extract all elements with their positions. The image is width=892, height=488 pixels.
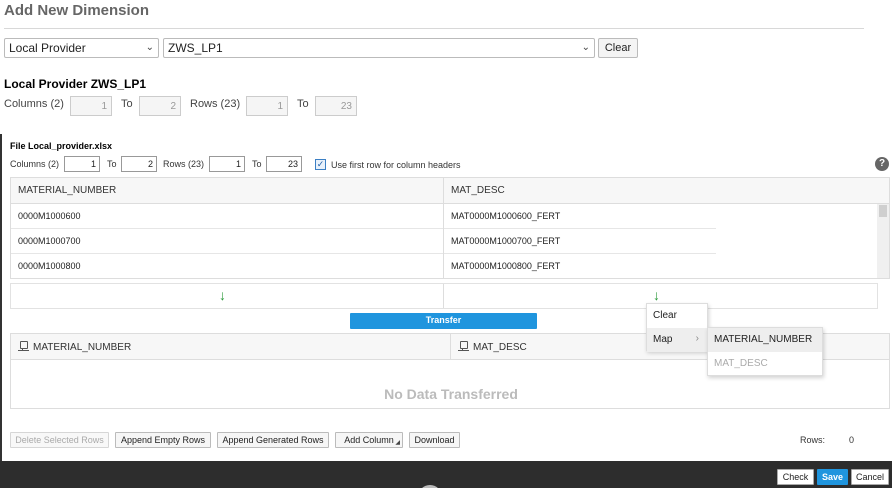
append-generated-rows-button[interactable]: Append Generated Rows xyxy=(217,432,329,448)
file-columns-label: Columns (2) xyxy=(10,159,60,169)
map-submenu: MATERIAL_NUMBER MAT_DESC xyxy=(707,327,823,376)
mapping-row: ↓ ↓ xyxy=(10,283,878,309)
source-header-material-number[interactable]: MATERIAL_NUMBER xyxy=(18,185,116,196)
table-cell[interactable]: MAT0000M1000700_FERT xyxy=(451,236,560,246)
transfer-button[interactable]: Transfer xyxy=(350,313,537,329)
title-divider xyxy=(4,28,864,29)
use-first-row-label: Use first row for column headers xyxy=(331,160,461,170)
columns-to-input[interactable]: 2 xyxy=(139,96,181,116)
source-header-mat-desc[interactable]: MAT_DESC xyxy=(451,185,505,196)
table-cell[interactable]: MAT0000M1000600_FERT xyxy=(451,211,560,221)
source-grid-header: MATERIAL_NUMBER MAT_DESC xyxy=(11,178,889,204)
source-grid: MATERIAL_NUMBER MAT_DESC 0000M1000600 MA… xyxy=(10,177,890,279)
column-divider xyxy=(450,334,451,360)
provider-name-select[interactable]: ZWS_LP1 ⌄ xyxy=(163,38,595,58)
help-icon[interactable]: ? xyxy=(875,157,889,171)
file-columns-to-input[interactable]: 2 xyxy=(121,156,157,172)
clear-button[interactable]: Clear xyxy=(598,38,638,58)
section-title: Local Provider ZWS_LP1 xyxy=(4,77,147,91)
rows-count-value: 0 xyxy=(849,435,855,445)
download-button[interactable]: Download xyxy=(409,432,460,448)
target-header-label: MAT_DESC xyxy=(473,342,527,353)
submenu-item-material-number[interactable]: MATERIAL_NUMBER xyxy=(708,328,822,352)
dialog-footer: Check Save Cancel xyxy=(0,461,892,488)
chevron-right-icon: › xyxy=(695,333,699,344)
dimension-icon xyxy=(458,341,469,351)
to-label: To xyxy=(297,98,309,110)
column-divider xyxy=(443,284,444,308)
rows-from-input[interactable]: 1 xyxy=(246,96,288,116)
append-empty-rows-button[interactable]: Append Empty Rows xyxy=(115,432,211,448)
caret-icon: ◢ xyxy=(395,440,400,446)
table-cell[interactable]: 0000M1000600 xyxy=(18,211,81,221)
table-cell[interactable]: 0000M1000700 xyxy=(18,236,81,246)
file-columns-from-input[interactable]: 1 xyxy=(64,156,100,172)
file-rows-label: Rows (23) xyxy=(163,159,205,169)
rows-label: Rows (23) xyxy=(190,98,241,110)
to-label: To xyxy=(121,98,133,110)
grid-scrollbar[interactable] xyxy=(877,204,889,278)
table-cell[interactable]: MAT0000M1000800_FERT xyxy=(451,261,560,271)
dimension-icon xyxy=(18,341,29,351)
table-cell[interactable]: 0000M1000800 xyxy=(18,261,81,271)
row-divider xyxy=(11,253,443,254)
file-rows-to-input[interactable]: 23 xyxy=(266,156,302,172)
save-button[interactable]: Save xyxy=(817,469,848,485)
target-header-material-number[interactable]: MATERIAL_NUMBER xyxy=(18,341,131,353)
columns-from-input[interactable]: 1 xyxy=(70,96,112,116)
provider-name-value: ZWS_LP1 xyxy=(168,41,223,55)
empty-state-text: No Data Transferred xyxy=(384,386,518,402)
use-first-row-checkbox[interactable]: ✓ xyxy=(315,159,326,170)
check-button[interactable]: Check xyxy=(777,469,814,485)
context-menu: Clear Map › xyxy=(646,303,708,352)
menu-item-map[interactable]: Map › xyxy=(647,328,707,352)
delete-selected-rows-button[interactable]: Delete Selected Rows xyxy=(10,432,109,448)
cancel-button[interactable]: Cancel xyxy=(851,469,889,485)
rows-to-input[interactable]: 23 xyxy=(315,96,357,116)
to-label: To xyxy=(107,159,117,169)
add-column-button[interactable]: Add Column ◢ xyxy=(335,432,403,448)
add-column-label: Add Column xyxy=(344,435,394,445)
row-divider xyxy=(444,253,716,254)
chevron-down-icon: ⌄ xyxy=(581,42,590,53)
row-divider xyxy=(11,228,443,229)
row-divider xyxy=(444,228,716,229)
chevron-down-icon: ⌄ xyxy=(145,42,154,53)
submenu-item-mat-desc: MAT_DESC xyxy=(714,358,768,369)
file-rows-from-input[interactable]: 1 xyxy=(209,156,245,172)
provider-type-value: Local Provider xyxy=(9,41,86,55)
page-title: Add New Dimension xyxy=(4,2,150,19)
target-header-mat-desc[interactable]: MAT_DESC xyxy=(458,341,527,353)
menu-item-clear[interactable]: Clear xyxy=(647,304,707,328)
arrow-down-icon[interactable]: ↓ xyxy=(219,287,226,303)
menu-item-label: Map xyxy=(653,334,673,345)
to-label: To xyxy=(252,159,262,169)
columns-label: Columns (2) xyxy=(4,98,64,110)
rows-count-label: Rows: xyxy=(800,435,826,445)
file-title: File Local_provider.xlsx xyxy=(10,141,113,151)
target-header-label: MATERIAL_NUMBER xyxy=(33,342,132,353)
provider-type-select[interactable]: Local Provider ⌄ xyxy=(4,38,159,58)
menu-item-label: Clear xyxy=(653,310,677,321)
scrollbar-thumb[interactable] xyxy=(879,205,887,217)
arrow-down-icon[interactable]: ↓ xyxy=(653,287,660,303)
